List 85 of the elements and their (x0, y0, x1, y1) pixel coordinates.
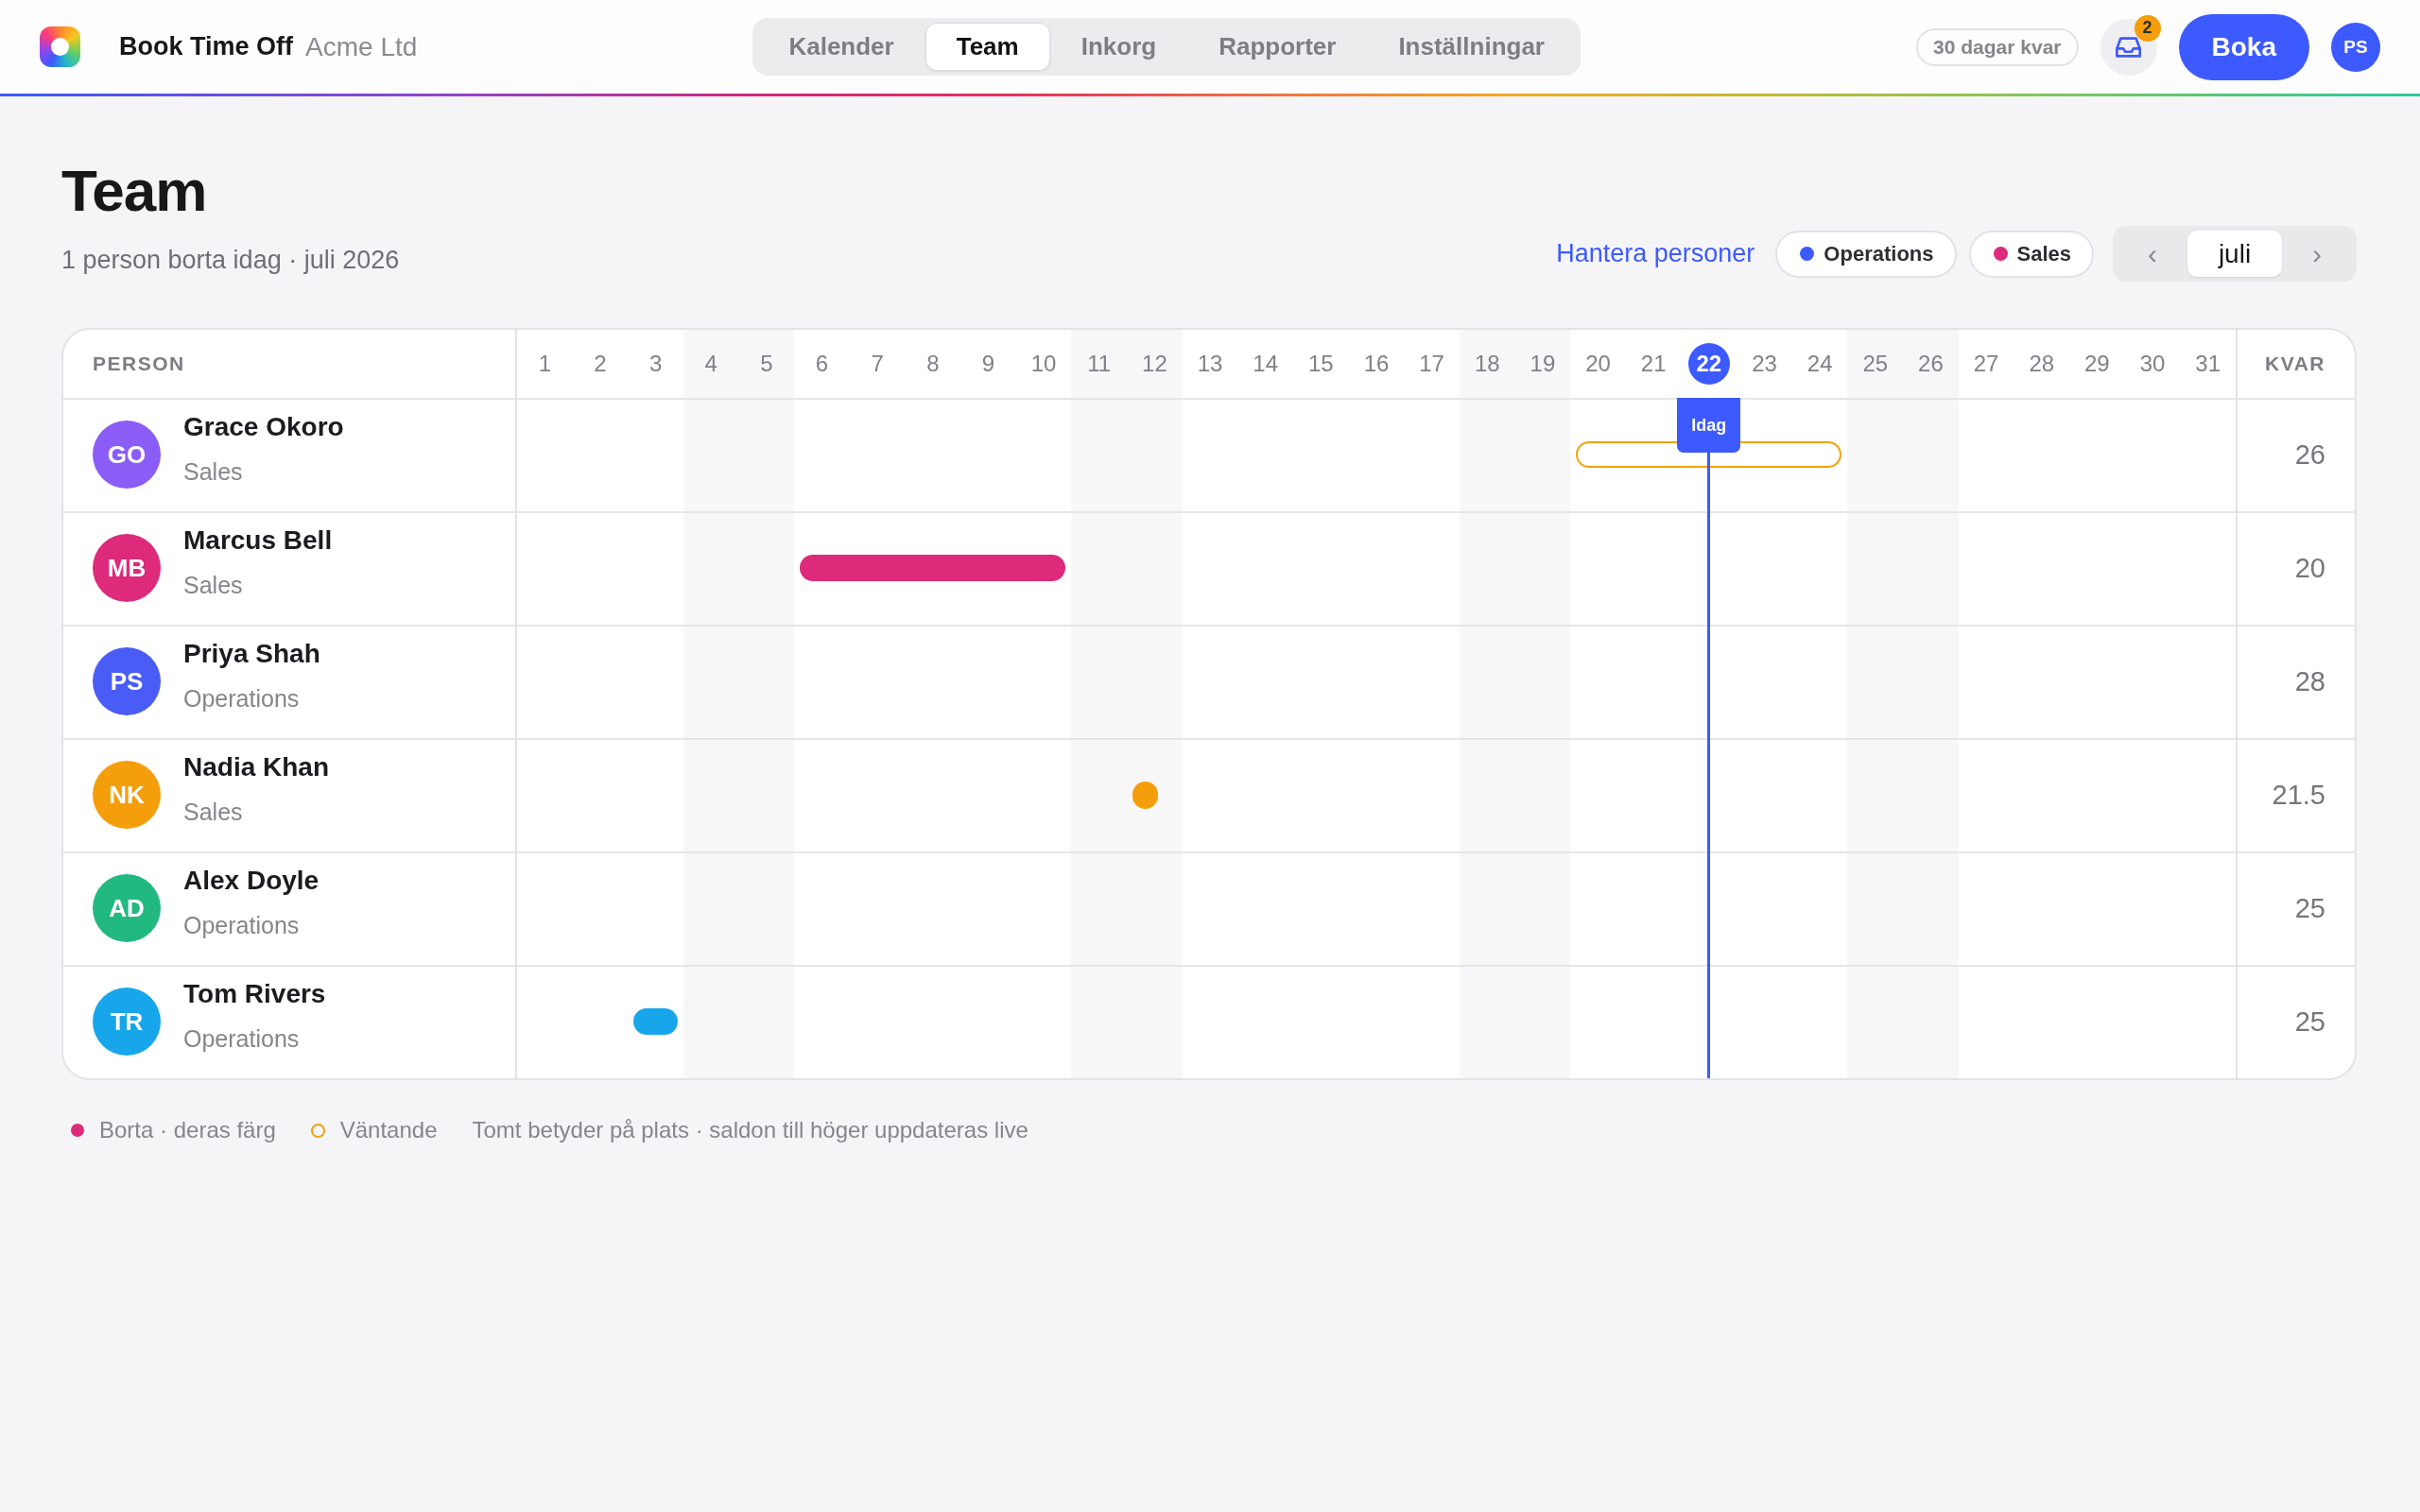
day-number: 7 (870, 350, 885, 378)
balance-value: 28 (2294, 665, 2325, 697)
day-number: 1 (537, 350, 552, 378)
day-number: 27 (1972, 350, 2000, 378)
day-number: 9 (980, 350, 996, 378)
book-button[interactable]: Boka (2178, 13, 2309, 80)
day-number: 11 (1086, 350, 1113, 378)
user-avatar[interactable]: PS (2331, 22, 2380, 72)
team-filter-chip[interactable]: Sales (1968, 230, 2094, 278)
day-number: 3 (648, 350, 664, 378)
legend-label: Tomt betyder på plats · saldon till höger uppdateras live (472, 1117, 1028, 1143)
balance-value: 26 (2294, 438, 2325, 471)
person-name: Priya Shah (183, 639, 320, 669)
day-number: 10 (1029, 350, 1058, 378)
day-number: 16 (1362, 350, 1391, 378)
legend-label: Väntande (339, 1117, 438, 1143)
page-subtitle: 1 person borta idag · juli 2026 (61, 245, 400, 276)
balance-value: 25 (2294, 1005, 2325, 1038)
avatar: PS (93, 647, 161, 715)
day-number: 22 (1687, 343, 1730, 385)
absence-bar[interactable] (633, 1008, 678, 1035)
nav-tab[interactable]: Inställningar (1367, 23, 1576, 71)
avatar: GO (93, 421, 161, 489)
day-number: 12 (1141, 350, 1168, 378)
team-name: Operations (183, 1024, 301, 1053)
day-number: 23 (1751, 350, 1778, 378)
nav-tab[interactable]: Team (925, 23, 1050, 71)
balance-value: 21.5 (2272, 779, 2325, 811)
avatar: MB (93, 534, 161, 602)
day-number: 29 (2083, 350, 2111, 378)
team-name: Operations (183, 911, 301, 939)
day-number: 2 (593, 350, 608, 378)
absence-bar[interactable] (800, 555, 1066, 581)
team-name: Sales (183, 798, 244, 826)
balance-value: 20 (2294, 552, 2325, 584)
pending-bar[interactable] (1576, 441, 1842, 468)
day-number: 25 (1861, 350, 1890, 378)
day-number: 4 (703, 350, 718, 378)
day-number: 13 (1196, 350, 1224, 378)
legend-label: Borta · deras färg (99, 1117, 276, 1143)
month-label: juli (2187, 231, 2282, 277)
days-left-badge: 30 dagar kvar (1916, 27, 2079, 66)
day-number: 17 (1418, 350, 1445, 378)
nav-tab[interactable]: Inkorg (1049, 23, 1188, 71)
logo-icon (40, 26, 80, 67)
page-title: Team (61, 159, 207, 223)
day-number: 8 (925, 350, 941, 378)
day-number: 24 (1806, 350, 1834, 378)
team-name: Sales (183, 457, 244, 486)
team-name: Sales (183, 571, 244, 599)
day-number: 19 (1529, 350, 1557, 378)
day-number: 26 (1917, 350, 1945, 378)
day-number: 6 (814, 350, 830, 378)
team-name: Operations (183, 684, 301, 713)
avatar: TR (93, 988, 161, 1056)
column-header: PERSON (93, 352, 185, 375)
today-tag: Idag (1677, 398, 1741, 453)
day-number: 31 (2194, 350, 2221, 378)
nav-tab[interactable]: Kalender (757, 23, 925, 71)
nav-tab[interactable]: Rapporter (1187, 23, 1368, 71)
column-header: KVAR (2265, 352, 2325, 375)
inbox-icon (2116, 36, 2141, 58)
balance-value: 25 (2294, 892, 2325, 924)
person-name: Marcus Bell (183, 525, 333, 556)
day-number: 15 (1307, 350, 1335, 378)
avatar: AD (93, 874, 161, 942)
person-name: Tom Rivers (183, 979, 326, 1009)
org-name: Acme Ltd (305, 31, 418, 62)
next-month-button[interactable]: › (2282, 231, 2352, 277)
day-number: 21 (1639, 350, 1668, 378)
day-number: 20 (1584, 350, 1612, 378)
day-number: 14 (1252, 350, 1280, 378)
person-name: Nadia Khan (183, 752, 330, 782)
team-filter-chip[interactable]: Operations (1775, 230, 1957, 278)
day-number: 28 (2028, 350, 2056, 378)
manage-people-link[interactable]: Hantera personer (1556, 239, 1755, 268)
person-name: Alex Doyle (183, 866, 320, 896)
person-name: Grace Okoro (183, 412, 344, 442)
day-number: 30 (2138, 350, 2167, 378)
day-number: 18 (1473, 350, 1501, 378)
day-number: 5 (759, 350, 774, 378)
app-name: Book Time Off (119, 32, 294, 61)
avatar: NK (93, 761, 161, 829)
notification-badge: 2 (2134, 14, 2161, 42)
previous-month-button[interactable]: ‹ (2118, 231, 2187, 277)
